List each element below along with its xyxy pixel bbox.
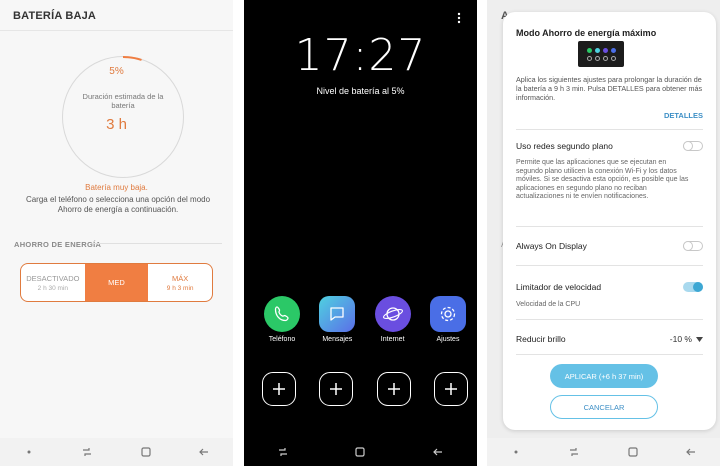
battery-percent: 5% <box>109 66 124 77</box>
app-internet[interactable]: Internet <box>371 296 415 343</box>
mode-off-button[interactable]: DESACTIVADO 2 h 30 min <box>21 264 85 301</box>
cancel-button[interactable]: CANCELAR <box>550 395 658 419</box>
lock-screen: 17:27 Nivel de batería al 5% Teléfono Me… <box>244 0 477 466</box>
reduce-brightness-title: Reducir brillo <box>516 334 566 344</box>
home-icon[interactable] <box>353 445 367 459</box>
add-shortcut-button[interactable] <box>433 372 468 406</box>
dot-icon[interactable] <box>509 445 523 459</box>
home-icon[interactable] <box>626 445 640 459</box>
app-messages[interactable]: Mensajes <box>315 296 359 343</box>
mode-duration: 2 h 30 min <box>37 284 69 292</box>
mode-max-button[interactable]: MÁX 9 h 3 min <box>148 264 212 301</box>
recent-apps-icon[interactable] <box>80 445 94 459</box>
duration-value: 3 h <box>106 116 127 133</box>
duration-label: Duración estimada de la batería <box>82 92 164 110</box>
add-shortcut-row <box>262 372 468 406</box>
mode-label: MÁX <box>172 273 189 283</box>
recent-apps-icon[interactable] <box>276 445 290 459</box>
plus-icon <box>330 383 343 395</box>
power-mode-selector: DESACTIVADO 2 h 30 min MED MÁX 9 h 3 min <box>20 263 213 302</box>
navigation-bar <box>244 438 477 466</box>
always-on-display-title: Always On Display <box>516 241 587 251</box>
clock: 17:27 <box>294 30 427 81</box>
dropdown-arrow-icon <box>696 336 703 342</box>
phone-icon <box>264 296 300 332</box>
max-power-saving-screen: A A Modo Ahorro de energía máximo Aplica… <box>487 0 720 466</box>
more-options-icon[interactable] <box>457 12 461 24</box>
max-saving-dialog: Modo Ahorro de energía máximo Aplica los… <box>503 12 716 430</box>
brightness-value: -10 % <box>669 334 692 344</box>
gear-icon <box>429 296 466 332</box>
plus-icon <box>444 383 457 395</box>
background-data-title: Uso redes segundo plano <box>516 141 613 151</box>
low-battery-description: Carga el teléfono o selecciona una opció… <box>25 195 211 214</box>
back-icon[interactable] <box>431 445 445 459</box>
plus-icon <box>273 383 285 395</box>
divider <box>516 129 703 130</box>
mode-duration: 9 h 3 min <box>166 284 194 292</box>
divider <box>516 319 703 320</box>
app-label: Ajustes <box>436 336 460 343</box>
background-data-description: Permite que las aplicaciones que se ejec… <box>516 159 689 201</box>
dialog-description: Aplica los siguientes ajustes para prolo… <box>516 75 703 102</box>
apply-button[interactable]: APLICAR (+6 h 37 min) <box>550 364 658 388</box>
app-settings[interactable]: Ajustes <box>426 296 470 343</box>
recent-apps-icon[interactable] <box>567 445 581 459</box>
message-icon <box>319 296 356 332</box>
mode-label: DESACTIVADO <box>26 273 80 283</box>
app-label: Teléfono <box>268 336 296 343</box>
low-battery-text: Batería muy baja. <box>85 183 148 192</box>
section-title: AHORRO DE ENERGÍA <box>14 240 102 249</box>
mode-label: MED <box>108 278 125 287</box>
app-label: Internet <box>380 336 405 343</box>
back-icon[interactable] <box>197 445 211 459</box>
brightness-dropdown[interactable]: -10 % <box>670 334 703 344</box>
app-shortcuts: Teléfono Mensajes Internet Ajustes <box>260 296 470 343</box>
back-icon[interactable] <box>684 445 698 459</box>
section-divider <box>92 243 222 244</box>
dot-icon[interactable] <box>22 445 36 459</box>
navigation-bar <box>0 438 233 466</box>
plus-icon <box>387 383 400 395</box>
app-phone[interactable]: Teléfono <box>260 296 304 343</box>
mode-preview-image <box>578 41 624 67</box>
details-link[interactable]: DETALLES <box>664 111 703 120</box>
speed-limiter-toggle[interactable] <box>683 282 703 292</box>
divider <box>516 354 703 355</box>
app-label: Mensajes <box>322 336 353 343</box>
divider <box>0 30 233 31</box>
dialog-title: Modo Ahorro de energía máximo <box>516 28 657 38</box>
battery-level-text: Nivel de batería al 5% <box>316 86 405 96</box>
add-shortcut-button[interactable] <box>319 372 354 406</box>
always-on-display-toggle[interactable] <box>683 241 703 251</box>
add-shortcut-button[interactable] <box>262 372 296 406</box>
navigation-bar <box>487 438 720 466</box>
page-title: BATERÍA BAJA <box>13 10 97 22</box>
home-icon[interactable] <box>139 445 153 459</box>
divider <box>516 226 703 227</box>
battery-low-screen: BATERÍA BAJA 5% Duración estimada de la … <box>0 0 233 466</box>
background-data-toggle[interactable] <box>683 141 703 151</box>
add-shortcut-button[interactable] <box>376 372 411 406</box>
speed-limiter-description: Velocidad de la CPU <box>516 301 581 308</box>
speed-limiter-title: Limitador de velocidad <box>516 282 602 292</box>
internet-icon <box>374 296 411 332</box>
divider <box>516 265 703 266</box>
mode-med-button[interactable]: MED <box>84 264 149 301</box>
